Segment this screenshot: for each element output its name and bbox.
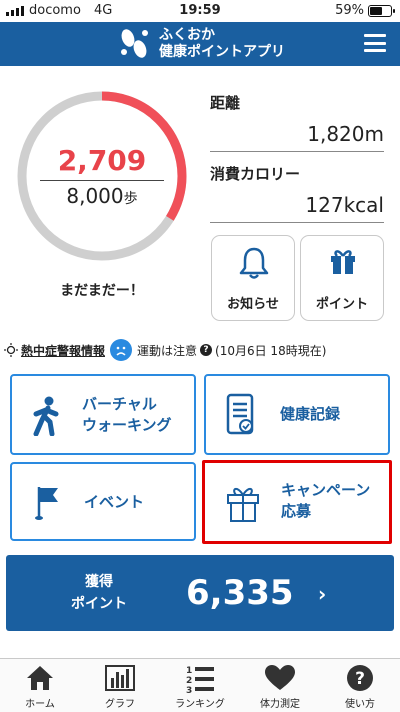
heart-icon bbox=[265, 665, 295, 690]
ranking-icon: 1 2 3 bbox=[186, 666, 214, 694]
steps-goal: 8,000歩 bbox=[66, 184, 138, 208]
svg-text:3: 3 bbox=[186, 686, 192, 694]
event-button[interactable]: イベント bbox=[10, 462, 196, 541]
footprints-icon bbox=[121, 29, 148, 58]
health-record-label: 健康記録 bbox=[280, 405, 341, 423]
event-label: イベント bbox=[84, 493, 145, 511]
tab-how-to-use[interactable]: ? 使い方 bbox=[320, 659, 400, 712]
bottom-tab-bar: ホーム グラフ 1 2 3 ランキング 体力測定 ? 使い方 bbox=[0, 658, 400, 712]
tab-ranking[interactable]: 1 2 3 ランキング bbox=[160, 659, 240, 712]
virtual-walking-label: バーチャル ウォーキング bbox=[82, 395, 172, 434]
svg-text:?: ? bbox=[355, 669, 365, 689]
battery-percent: 59% bbox=[335, 3, 364, 18]
steps-progress-ring: 2,709 8,000歩 bbox=[14, 88, 190, 264]
bell-icon bbox=[239, 247, 269, 279]
distance-label: 距離 bbox=[210, 94, 241, 112]
earned-points-value: 6,335 bbox=[186, 573, 294, 613]
calories-divider bbox=[210, 222, 384, 223]
app-header: ふくおか 健康ポイントアプリ bbox=[0, 22, 400, 66]
campaign-entry-label: キャンペーン 応募 bbox=[281, 481, 371, 520]
health-record-button[interactable]: 健康記録 bbox=[204, 374, 390, 455]
virtual-walking-button[interactable]: バーチャル ウォーキング bbox=[10, 374, 196, 455]
earned-points-banner[interactable]: 獲得 ポイント 6,335 › bbox=[6, 555, 394, 631]
app-logo: ふくおか 健康ポイントアプリ bbox=[115, 25, 285, 63]
sun-icon bbox=[4, 343, 18, 357]
points-button[interactable]: ポイント bbox=[300, 235, 384, 321]
help-icon[interactable]: ? bbox=[200, 344, 213, 356]
motivation-message: まだまだー！ bbox=[60, 283, 144, 299]
tab-home[interactable]: ホーム bbox=[0, 659, 80, 712]
menu-icon[interactable] bbox=[364, 34, 386, 52]
gift-box-icon bbox=[227, 488, 259, 522]
svg-text:2: 2 bbox=[186, 676, 192, 686]
calories-value: 127kcal bbox=[305, 193, 384, 217]
sad-face-icon bbox=[110, 339, 133, 361]
svg-text:1: 1 bbox=[186, 666, 192, 676]
heatstroke-alert-link[interactable]: 熱中症警報情報 bbox=[21, 342, 105, 359]
update-time: (10月6日 18時現在) bbox=[215, 343, 327, 358]
earned-points-label: 獲得 ポイント bbox=[71, 574, 127, 612]
distance-divider bbox=[210, 151, 384, 152]
heatstroke-info: 熱中症警報情報 運動は注意 ? (10月6日 18時現在) bbox=[4, 338, 396, 362]
gift-icon bbox=[331, 250, 355, 274]
notices-button[interactable]: お知らせ bbox=[211, 235, 295, 321]
walking-person-icon bbox=[33, 396, 59, 436]
flag-icon bbox=[35, 487, 58, 520]
exercise-status: 運動は注意 bbox=[137, 343, 198, 358]
home-icon bbox=[27, 666, 53, 690]
current-steps: 2,709 bbox=[57, 144, 147, 177]
bar-graph-icon bbox=[105, 665, 135, 691]
points-label: ポイント bbox=[315, 297, 368, 312]
notices-label: お知らせ bbox=[227, 297, 279, 312]
tab-graph[interactable]: グラフ bbox=[80, 659, 160, 712]
distance-value: 1,820m bbox=[307, 122, 384, 146]
ring-divider bbox=[40, 180, 164, 181]
chevron-right-icon: › bbox=[318, 582, 327, 606]
help-icon: ? bbox=[347, 665, 373, 691]
app-title: ふくおか 健康ポイントアプリ bbox=[159, 27, 285, 60]
tab-fitness-test[interactable]: 体力測定 bbox=[240, 659, 320, 712]
calories-label: 消費カロリー bbox=[210, 165, 301, 183]
campaign-entry-button[interactable]: キャンペーン 応募 bbox=[202, 460, 392, 544]
status-bar: docomo 4G 19:59 59% bbox=[0, 0, 400, 22]
battery-icon bbox=[368, 4, 395, 17]
clipboard-icon bbox=[226, 393, 254, 435]
